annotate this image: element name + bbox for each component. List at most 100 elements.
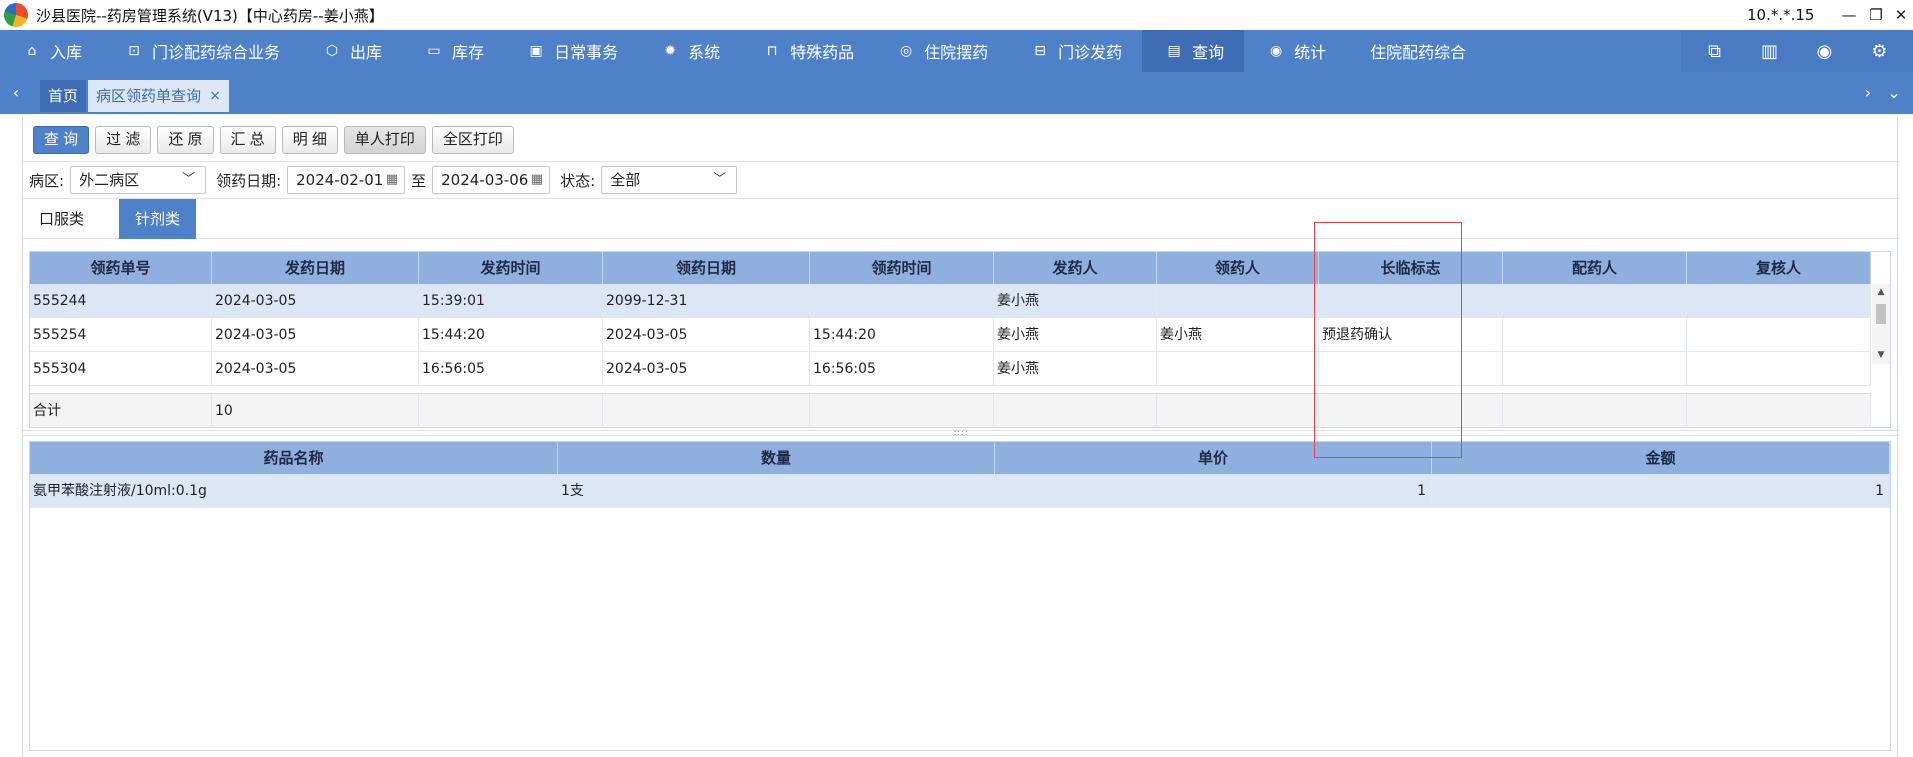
nav-label: 特殊药品: [790, 43, 855, 62]
date-separator: 至: [411, 171, 427, 190]
nav-item-inventory[interactable]: ▭ 库存: [402, 30, 504, 72]
cell-drug-name: 氨甲苯酸注射液/10ml:0.1g: [30, 474, 558, 508]
col-header[interactable]: 领药时间: [810, 252, 994, 284]
search-icon: ◎: [900, 43, 913, 59]
filter-button[interactable]: 过 滤: [95, 126, 152, 154]
col-header[interactable]: 发药日期: [212, 252, 419, 284]
query-button[interactable]: 查 询: [33, 126, 90, 154]
close-button[interactable]: ✕: [1886, 2, 1913, 28]
col-header[interactable]: 金额: [1432, 442, 1890, 474]
nav-item-outbound[interactable]: ⬡ 出库: [300, 30, 402, 72]
drug-detail-header: 药品名称 数量 单价 金额: [30, 442, 1890, 474]
cell-order-flag: [1319, 284, 1503, 318]
eye-icon[interactable]: ◉: [1810, 41, 1840, 62]
ward-select[interactable]: 外二病区 ﹀: [70, 166, 207, 194]
nav-item-inpatient-compounding[interactable]: 住院配药综合: [1346, 30, 1486, 72]
table-row[interactable]: 555304 2024-03-05 16:56:05 2024-03-05 16…: [30, 352, 1871, 386]
cell-issue-date: 2024-03-05: [212, 318, 419, 352]
document-icon[interactable]: ▥: [1755, 41, 1785, 62]
nav-item-inbound[interactable]: ⌂ 入库: [0, 30, 102, 72]
table-row[interactable]: 氨甲苯酸注射液/10ml:0.1g 1支 1 1: [30, 474, 1890, 508]
cell-receive-date: 2024-03-05: [603, 352, 810, 386]
cell-receive-date: 2099-12-31: [603, 284, 810, 318]
nav-item-outpatient-issue[interactable]: ⊟ 门诊发药: [1008, 30, 1142, 72]
minimize-button[interactable]: —: [1834, 2, 1864, 28]
cell-reviewer: [1687, 318, 1871, 352]
col-header[interactable]: 数量: [558, 442, 995, 474]
cell-receiver: 姜小燕: [1157, 318, 1319, 352]
footer-total-label: 合计: [30, 394, 212, 428]
col-header[interactable]: 复核人: [1687, 252, 1871, 284]
col-header[interactable]: 发药人: [994, 252, 1157, 284]
date-from-value: 2024-02-01: [296, 171, 384, 189]
calendar-icon[interactable]: ▦: [386, 167, 398, 193]
tab-injection[interactable]: 针剂类: [119, 199, 197, 239]
tab-ward-order-query[interactable]: 病区领药单查询 ×: [88, 80, 230, 112]
col-header[interactable]: 单价: [995, 442, 1432, 474]
summary-button[interactable]: 汇 总: [219, 126, 276, 154]
tab-next-icon[interactable]: ›: [1858, 72, 1878, 114]
tab-home-label: 首页: [48, 87, 79, 105]
chart-icon: ◉: [1270, 43, 1283, 59]
tab-home[interactable]: 首页: [40, 80, 86, 112]
message-icon[interactable]: ⧉: [1700, 41, 1730, 62]
single-print-button[interactable]: 单人打印: [343, 126, 426, 154]
col-header[interactable]: 领药日期: [603, 252, 810, 284]
nav-item-query[interactable]: ▤ 查询: [1142, 30, 1245, 72]
cell-order-flag: 预退药确认: [1319, 318, 1503, 352]
table-row[interactable]: 555254 2024-03-05 15:44:20 2024-03-05 15…: [30, 318, 1871, 352]
nav-item-inpatient-dispensing[interactable]: ◎ 住院摆药: [874, 30, 1008, 72]
nav-label: 出库: [350, 43, 383, 62]
chevron-down-icon: ﹀: [713, 172, 727, 187]
date-to-input[interactable]: 2024-03-06 ▦: [432, 166, 551, 194]
cell-issue-date: 2024-03-05: [212, 352, 419, 386]
tab-strip: ‹ 首页 病区领药单查询 × › ⌄: [0, 72, 1913, 114]
ward-value: 外二病区: [79, 171, 140, 189]
status-select[interactable]: 全部 ﹀: [601, 166, 738, 194]
restore-filter-button[interactable]: 还 原: [157, 126, 214, 154]
nav-right-tools: ⧉ ▥ ◉ ⚙: [1681, 30, 1913, 72]
calendar-icon[interactable]: ▦: [531, 167, 543, 193]
col-header[interactable]: 领药单号: [30, 252, 212, 284]
col-header[interactable]: 发药时间: [419, 252, 603, 284]
ward-print-button[interactable]: 全区打印: [431, 126, 514, 154]
settings-icon[interactable]: ⚙: [1865, 41, 1895, 62]
title-bar: 沙县医院--药房管理系统(V13)【中心药房--姜小燕】 10.*.*.15 —…: [0, 0, 1913, 30]
nav-item-system[interactable]: ✹ 系统: [638, 30, 740, 72]
footer-cell: [810, 394, 994, 428]
date-from-input[interactable]: 2024-02-01 ▦: [287, 166, 406, 194]
nav-item-outpatient-dispensing[interactable]: ⊡ 门诊配药综合业务: [102, 30, 300, 72]
cell-issue-time: 15:39:01: [419, 284, 603, 318]
detail-button[interactable]: 明 细: [281, 126, 338, 154]
cell-order-flag: [1319, 352, 1503, 386]
nav-item-special-drugs[interactable]: ⊓ 特殊药品: [740, 30, 874, 72]
nav-item-statistics[interactable]: ◉ 统计: [1244, 30, 1346, 72]
col-header[interactable]: 配药人: [1503, 252, 1687, 284]
col-header[interactable]: 药品名称: [30, 442, 558, 474]
drug-detail-grid: 药品名称 数量 单价 金额 氨甲苯酸注射液/10ml:0.1g 1支 1 1: [29, 441, 1891, 751]
scroll-up-icon[interactable]: ▲: [1872, 287, 1890, 297]
order-grid-scrollbar[interactable]: ▲ ▼: [1872, 284, 1890, 364]
calendar-icon: ▣: [529, 43, 543, 59]
nav-label: 门诊发药: [1058, 43, 1123, 62]
date-label: 领药日期:: [216, 171, 282, 190]
col-header[interactable]: 领药人: [1157, 252, 1319, 284]
scroll-down-icon[interactable]: ▼: [1872, 350, 1890, 360]
tab-list-dropdown-icon[interactable]: ⌄: [1884, 72, 1904, 114]
order-grid-footer: 合计 10: [30, 393, 1871, 428]
col-header[interactable]: 长临标志: [1319, 252, 1503, 284]
query-icon: ▤: [1167, 43, 1181, 59]
cell-receive-time: [810, 284, 994, 318]
pane-splitter[interactable]: ::::: [23, 429, 1899, 437]
inventory-icon: ▭: [427, 43, 441, 59]
cell-dispenser: [1503, 318, 1687, 352]
house-icon: ⌂: [27, 43, 37, 59]
nav-label: 查询: [1192, 43, 1225, 62]
tab-oral[interactable]: 口服类: [23, 199, 100, 239]
footer-cell: [994, 394, 1157, 428]
table-row[interactable]: 555244 2024-03-05 15:39:01 2099-12-31 姜小…: [30, 284, 1871, 318]
nav-item-daily-affairs[interactable]: ▣ 日常事务: [504, 30, 638, 72]
tab-prev-icon[interactable]: ‹: [6, 72, 26, 114]
scroll-thumb[interactable]: [1876, 304, 1886, 324]
tab-close-icon[interactable]: ×: [209, 80, 221, 112]
